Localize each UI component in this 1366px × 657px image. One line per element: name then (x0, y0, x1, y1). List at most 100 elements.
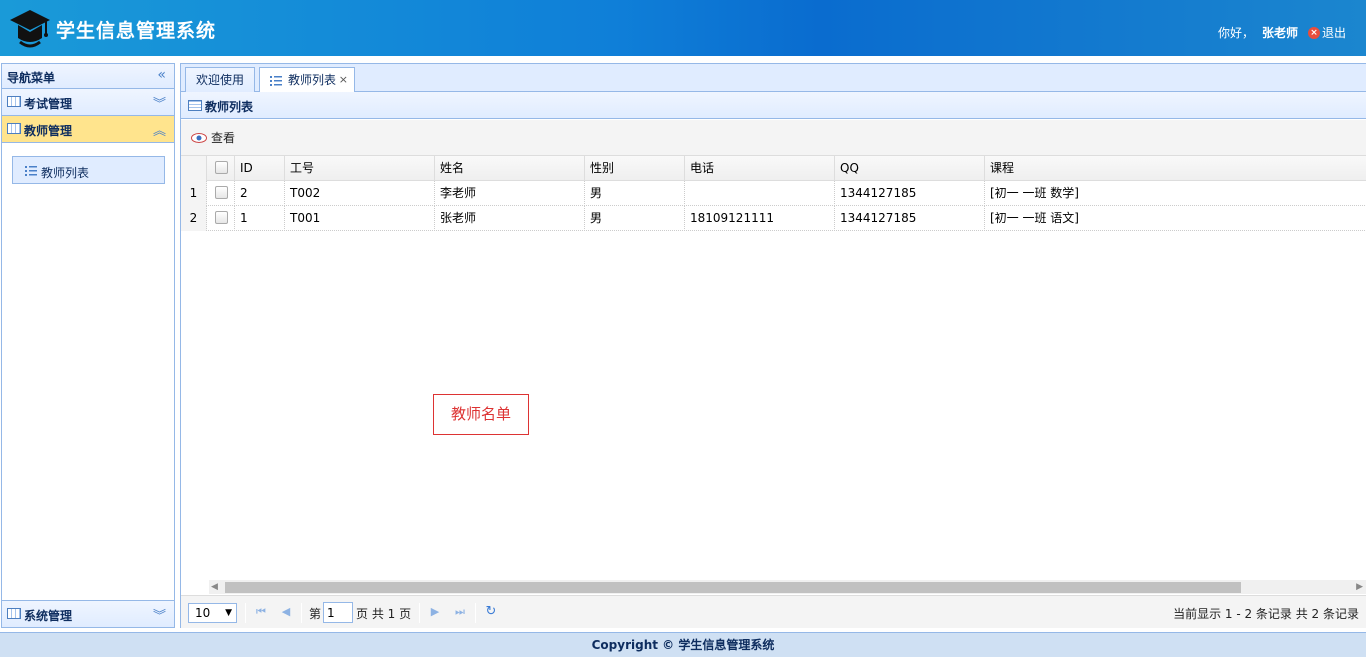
menu-item-label: 教师列表 (41, 166, 90, 180)
cell-course: [初一 一班 语文] (990, 211, 1079, 225)
toolbar: 查看 (181, 120, 1366, 156)
view-button[interactable]: 查看 (191, 129, 235, 146)
page-size-value: 10 (195, 606, 211, 620)
sidebar-title: 导航菜单 (7, 71, 56, 85)
user-area: 你好， 张老师 × 退出 (1218, 24, 1346, 41)
footer: Copyright © 学生信息管理系统 (0, 632, 1366, 657)
row-checkbox[interactable] (215, 211, 228, 224)
panel-label: 教师管理 (24, 124, 73, 138)
first-page-icon[interactable]: ⏮ (254, 605, 268, 619)
column-header-gender[interactable]: 性别 (585, 156, 685, 181)
column-header-phone[interactable]: 电话 (685, 156, 835, 181)
cell-number: T002 (285, 181, 435, 206)
cell-name: 张老师 (435, 206, 585, 231)
pager-divider (301, 603, 302, 623)
sidebar-panel-exam[interactable]: 考试管理 ︾ (2, 89, 174, 116)
column-header-qq[interactable]: QQ (835, 156, 985, 181)
table-icon (7, 608, 21, 619)
table-row[interactable]: 2 1 T001 张老师 男 18109121111 1344127185 [初… (181, 206, 1366, 231)
tab-welcome[interactable]: 欢迎使用 (185, 67, 255, 93)
pager-divider (475, 603, 476, 623)
tab-label: 欢迎使用 (196, 73, 245, 87)
logout-label: 退出 (1321, 26, 1346, 40)
close-tab-icon[interactable]: × (339, 68, 348, 92)
expand-icon[interactable]: ︾ (153, 605, 166, 624)
prev-page-icon[interactable]: ◀ (279, 605, 293, 619)
chevron-down-icon: ▼ (225, 608, 232, 618)
cell-number: T001 (285, 206, 435, 231)
table-icon (188, 100, 202, 111)
sidebar-panel-teacher[interactable]: 教师管理 ︽ (2, 116, 174, 143)
table-icon (7, 96, 21, 107)
cell-gender: 男 (585, 206, 685, 231)
scroll-left-icon[interactable]: ◀ (211, 582, 218, 592)
pager-divider (245, 603, 246, 623)
menu-item-teacher-list[interactable]: 教师列表 (12, 156, 165, 184)
cell-name: 李老师 (435, 181, 585, 206)
page-suffix: 页 共 1 页 (356, 607, 412, 621)
logout-icon: × (1307, 26, 1320, 39)
cell-phone (685, 181, 835, 206)
table-icon (7, 123, 21, 134)
grid-header-row: ID 工号 姓名 性别 电话 QQ 课程 (181, 156, 1366, 181)
panel-label: 考试管理 (24, 97, 73, 111)
cell-id: 1 (235, 206, 285, 231)
row-checkbox-cell (207, 206, 235, 231)
list-icon (270, 76, 282, 86)
view-label: 查看 (211, 131, 236, 145)
column-header-course[interactable]: 课程 (985, 156, 1366, 181)
teacher-grid: ID 工号 姓名 性别 电话 QQ 课程 1 2 T002 李老师 男 1344… (181, 156, 1366, 231)
pager-divider (419, 603, 420, 623)
cell-qq: 1344127185 (835, 206, 985, 231)
horizontal-scrollbar[interactable]: ◀ ▶ (209, 580, 1366, 594)
sidebar-header: 导航菜单 « (2, 64, 174, 89)
cell-gender: 男 (585, 181, 685, 206)
select-all-checkbox[interactable] (215, 161, 228, 174)
panel-label: 系统管理 (24, 609, 73, 623)
refresh-icon[interactable]: ↻ (484, 605, 498, 619)
greeting: 你好， (1217, 26, 1254, 40)
table-row[interactable]: 1 2 T002 李老师 男 1344127185 [初一 一班 数学] (181, 181, 1366, 206)
cell-phone: 18109121111 (685, 206, 835, 231)
cell-course: [初一 一班 数学] (990, 186, 1079, 200)
graduation-cap-icon (10, 10, 50, 48)
tab-teacher-list[interactable]: 教师列表 × (259, 67, 355, 93)
row-number: 1 (181, 181, 207, 206)
row-checkbox[interactable] (215, 186, 228, 199)
column-header-number[interactable]: 工号 (285, 156, 435, 181)
logout-button[interactable]: × 退出 (1307, 24, 1346, 41)
next-page-icon[interactable]: ▶ (428, 605, 442, 619)
row-checkbox-cell (207, 181, 235, 206)
pager-info: 当前显示 1 - 2 条记录 共 2 条记录 (1173, 607, 1359, 621)
main-area: 欢迎使用 教师列表 × 教师列表 查看 ID 工号 姓名 性别 电话 QQ 课程… (180, 63, 1366, 628)
collapse-sidebar-icon[interactable]: « (157, 67, 166, 83)
app-title: 学生信息管理系统 (56, 20, 217, 42)
tab-label: 教师列表 (288, 73, 337, 87)
row-number-header (181, 156, 207, 181)
cell-qq: 1344127185 (835, 181, 985, 206)
panel-header: 教师列表 (181, 92, 1366, 119)
expand-icon[interactable]: ︾ (153, 93, 166, 112)
page-prefix: 第 (309, 607, 322, 621)
scrollbar-thumb[interactable] (225, 582, 1241, 593)
scroll-right-icon[interactable]: ▶ (1356, 582, 1363, 592)
column-header-name[interactable]: 姓名 (435, 156, 585, 181)
cell-id: 2 (235, 181, 285, 206)
pagination-bar: 10 ▼ ⏮ ◀ 第 页 共 1 页 ▶ ⏭ ↻ 当前显示 1 - 2 条记录 … (181, 595, 1366, 628)
row-number: 2 (181, 206, 207, 231)
list-icon (25, 166, 37, 176)
select-all-cell (207, 156, 235, 181)
username: 张老师 (1261, 26, 1298, 40)
eye-icon (191, 132, 207, 143)
sidebar-panel-system[interactable]: 系统管理 ︾ (2, 600, 174, 627)
column-header-id[interactable]: ID (235, 156, 285, 181)
tab-bar: 欢迎使用 教师列表 × (181, 64, 1366, 93)
panel-title: 教师列表 (205, 100, 254, 114)
sidebar: 导航菜单 « 考试管理 ︾ 教师管理 ︽ 教师列表 系统管理 ︾ (1, 63, 175, 628)
collapse-icon[interactable]: ︽ (153, 120, 166, 139)
last-page-icon[interactable]: ⏭ (453, 605, 467, 619)
page-number-input[interactable] (323, 602, 353, 623)
app-header: 学生信息管理系统 你好， 张老师 × 退出 (0, 0, 1366, 56)
page-size-select[interactable]: 10 ▼ (188, 603, 237, 623)
teacher-roster-label: 教师名单 (433, 394, 529, 435)
